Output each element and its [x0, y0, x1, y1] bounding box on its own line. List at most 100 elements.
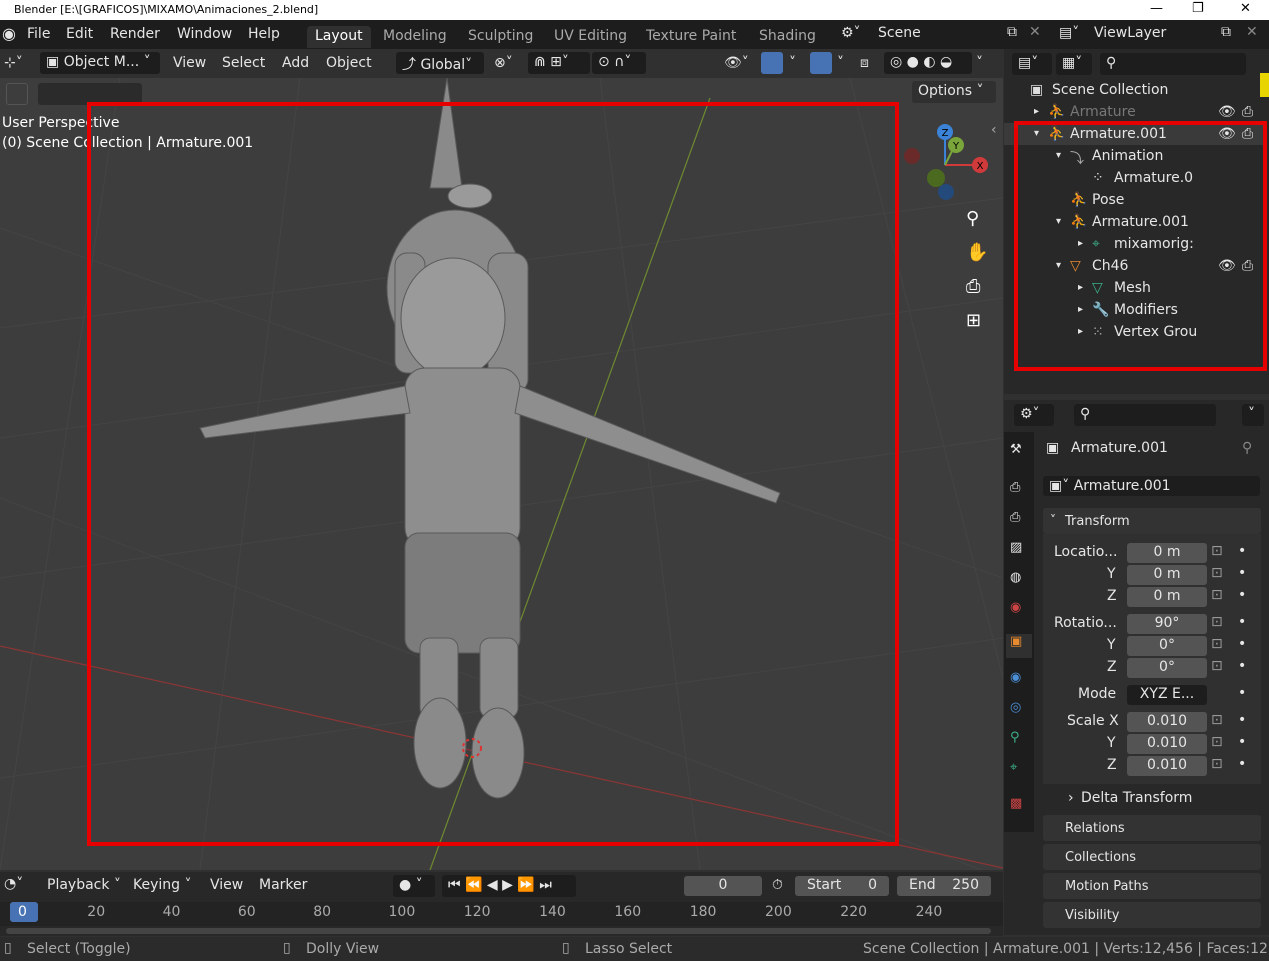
rotation-y-field[interactable]: 0°: [1127, 636, 1207, 656]
rotation-mode-dropdown[interactable]: XYZ E...: [1127, 685, 1207, 705]
location-y-field[interactable]: 0 m: [1127, 565, 1207, 585]
collections-panel-header[interactable]: Collections: [1043, 844, 1261, 870]
lock-icon[interactable]: ⊡: [1211, 614, 1223, 630]
outliner-search-field[interactable]: ⚲: [1100, 53, 1246, 75]
end-frame-field[interactable]: End 250: [897, 876, 991, 896]
visibility-panel-header[interactable]: Visibility: [1043, 902, 1261, 928]
visibility-icon[interactable]: 👁˅: [724, 55, 749, 71]
proportional-edit-icon[interactable]: ⊙ ∩˅: [592, 52, 646, 74]
workspace-tab-shading[interactable]: Shading: [751, 26, 824, 48]
lock-icon[interactable]: ⊡: [1211, 712, 1223, 728]
outliner-display-mode-icon[interactable]: ▦˅: [1056, 53, 1092, 75]
expand-arrow-icon[interactable]: ▸: [1034, 106, 1039, 117]
new-view-layer-icon[interactable]: ⧉: [1221, 24, 1231, 40]
playback-controls[interactable]: ⏮ ⏪ ◀ ▶ ⏩ ⏭: [442, 875, 576, 897]
location-z-field[interactable]: 0 m: [1127, 587, 1207, 607]
outliner-row[interactable]: ▸ ⛹ Armature 👁 ⎙: [1004, 101, 1266, 123]
object-tab-icon[interactable]: ▣: [1006, 634, 1032, 658]
keyframe-dot-icon[interactable]: •: [1238, 565, 1246, 581]
object-data-field[interactable]: ▣˅ Armature.001: [1043, 476, 1260, 496]
close-icon[interactable]: ✕: [1240, 1, 1251, 16]
constraint-tab-icon[interactable]: ⚲: [1010, 730, 1020, 745]
menu-view[interactable]: View: [173, 55, 206, 71]
workspace-tab-uv-editing[interactable]: UV Editing: [546, 26, 635, 48]
view-layer-tab-icon[interactable]: ▨: [1010, 540, 1022, 555]
data-tab-icon[interactable]: ⌖: [1010, 760, 1017, 775]
scene-name-field[interactable]: Scene: [872, 23, 1002, 45]
mode-dropdown[interactable]: ▣ Object M... ˅: [40, 52, 160, 74]
menu-timeline-view[interactable]: View: [210, 877, 243, 893]
keyframe-dot-icon[interactable]: •: [1238, 587, 1246, 603]
keyframe-dot-icon[interactable]: •: [1238, 685, 1246, 701]
lock-icon[interactable]: ⊡: [1211, 565, 1223, 581]
keyframe-dot-icon[interactable]: •: [1238, 614, 1246, 630]
options-dropdown[interactable]: Options ˅: [912, 81, 996, 103]
menu-select[interactable]: Select: [222, 55, 265, 71]
rotation-z-field[interactable]: 0°: [1127, 658, 1207, 678]
editor-type-icon[interactable]: ⊹˅: [4, 55, 23, 71]
gizmo-menu-icon[interactable]: ˅: [789, 55, 796, 71]
workspace-tab-texture-paint[interactable]: Texture Paint: [638, 26, 744, 48]
lock-icon[interactable]: ⊡: [1211, 636, 1223, 652]
keyframe-dot-icon[interactable]: •: [1238, 734, 1246, 750]
pan-hand-icon[interactable]: ✋: [966, 242, 988, 263]
new-scene-icon[interactable]: ⧉: [1007, 24, 1017, 40]
current-frame-field[interactable]: 0: [684, 876, 762, 896]
keyframe-dot-icon[interactable]: •: [1238, 636, 1246, 652]
menu-keying[interactable]: Keying ˅: [133, 877, 191, 893]
output-tab-icon[interactable]: ⎙: [1010, 510, 1020, 525]
remove-scene-icon[interactable]: ✕: [1029, 24, 1041, 40]
menu-add[interactable]: Add: [282, 55, 309, 71]
rotation-x-field[interactable]: 90°: [1127, 614, 1207, 634]
navigation-gizmo[interactable]: Z X Y: [900, 120, 990, 210]
select-tool-icon[interactable]: [6, 83, 28, 105]
properties-editor-type-icon[interactable]: ⚙˅: [1014, 404, 1054, 426]
lock-icon[interactable]: ⊡: [1211, 756, 1223, 772]
ortho-toggle-icon[interactable]: ⊞: [966, 310, 981, 331]
lock-icon[interactable]: ⊡: [1211, 734, 1223, 750]
shading-modes[interactable]: ◎ ● ◐ ◒: [884, 52, 972, 74]
sidebar-toggle-icon[interactable]: ‹: [991, 122, 997, 138]
view-layer-field[interactable]: ViewLayer: [1088, 23, 1216, 45]
pivot-icon[interactable]: ⊗˅: [494, 55, 513, 71]
properties-options-icon[interactable]: ˅: [1242, 404, 1264, 426]
camera-view-icon[interactable]: ⎙: [966, 276, 980, 297]
motion-paths-panel-header[interactable]: Motion Paths: [1043, 873, 1261, 899]
maximize-icon[interactable]: ❐: [1192, 1, 1204, 16]
menu-help[interactable]: Help: [248, 26, 280, 42]
scale-y-field[interactable]: 0.010: [1127, 734, 1207, 754]
blender-logo-icon[interactable]: ◉: [2, 24, 16, 43]
shading-menu-icon[interactable]: ˅: [976, 55, 983, 71]
scene-tab-icon[interactable]: ◍: [1010, 570, 1021, 585]
keyframe-dot-icon[interactable]: •: [1238, 543, 1246, 559]
stopwatch-icon[interactable]: ⏱: [772, 877, 783, 893]
overlay-toggle-icon[interactable]: [810, 52, 832, 74]
camera-render-icon[interactable]: ⎙: [1242, 104, 1253, 120]
gizmo-toggle-icon[interactable]: [761, 52, 783, 74]
menu-render[interactable]: Render: [110, 26, 160, 42]
pin-icon[interactable]: ⚲: [1242, 440, 1252, 456]
record-button[interactable]: ● ˅: [393, 875, 435, 897]
xray-icon[interactable]: ⧈: [860, 55, 869, 71]
outliner-editor-type-icon[interactable]: ▤˅: [1012, 53, 1052, 75]
lock-icon[interactable]: ⊡: [1211, 658, 1223, 674]
world-tab-icon[interactable]: ◉: [1010, 600, 1021, 615]
scene-selector-icon[interactable]: ⚙˅: [835, 23, 871, 45]
workspace-tab-layout[interactable]: Layout: [307, 26, 371, 48]
keyframe-dot-icon[interactable]: •: [1238, 712, 1246, 728]
menu-marker[interactable]: Marker: [259, 877, 307, 893]
timeline-editor-type-icon[interactable]: ◔˅: [4, 876, 23, 892]
eye-visibility-icon[interactable]: 👁: [1218, 104, 1236, 120]
render-tab-icon[interactable]: ⎙: [1010, 480, 1020, 495]
lock-icon[interactable]: ⊡: [1211, 587, 1223, 603]
orientation-dropdown[interactable]: ⤴ Global˅: [396, 52, 484, 74]
physics-tab-icon[interactable]: ◎: [1010, 700, 1021, 715]
delta-transform-header[interactable]: Delta Transform: [1081, 790, 1192, 806]
menu-object[interactable]: Object: [326, 55, 372, 71]
keyframe-dot-icon[interactable]: •: [1238, 658, 1246, 674]
modifier-tab-icon[interactable]: ◉: [1010, 670, 1021, 685]
tool-tab-icon[interactable]: ⚒: [1010, 442, 1022, 457]
properties-search-field[interactable]: ⚲: [1074, 404, 1216, 426]
menu-file[interactable]: File: [27, 26, 50, 42]
workspace-tab-sculpting[interactable]: Sculpting: [460, 26, 541, 48]
